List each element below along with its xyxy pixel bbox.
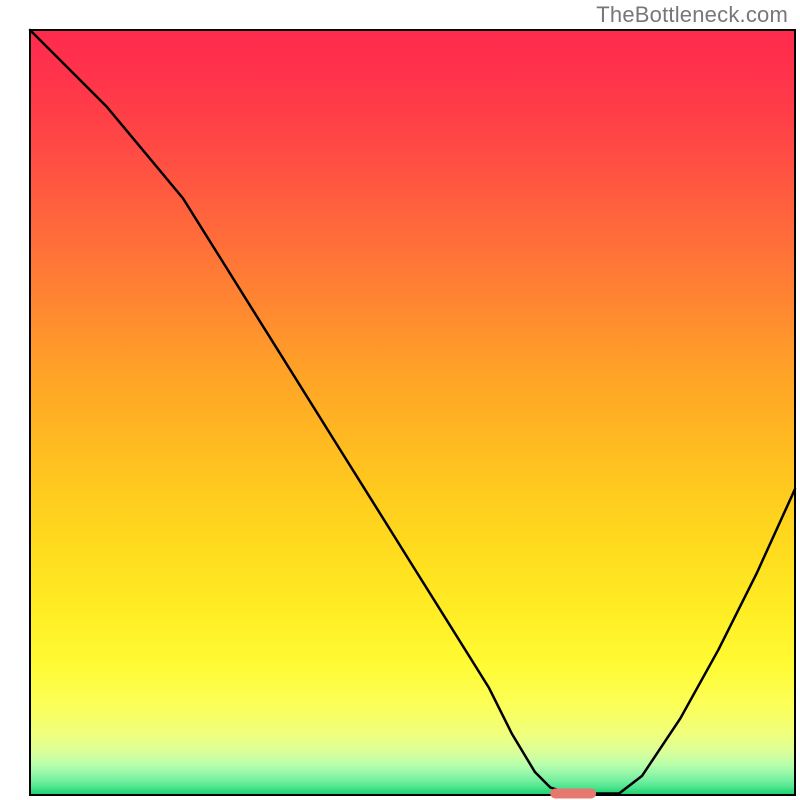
watermark-text: TheBottleneck.com: [596, 2, 788, 28]
optimal-marker: [550, 788, 596, 798]
plot-background: [30, 30, 795, 795]
bottleneck-chart: TheBottleneck.com: [0, 0, 800, 800]
chart-svg: [0, 0, 800, 800]
